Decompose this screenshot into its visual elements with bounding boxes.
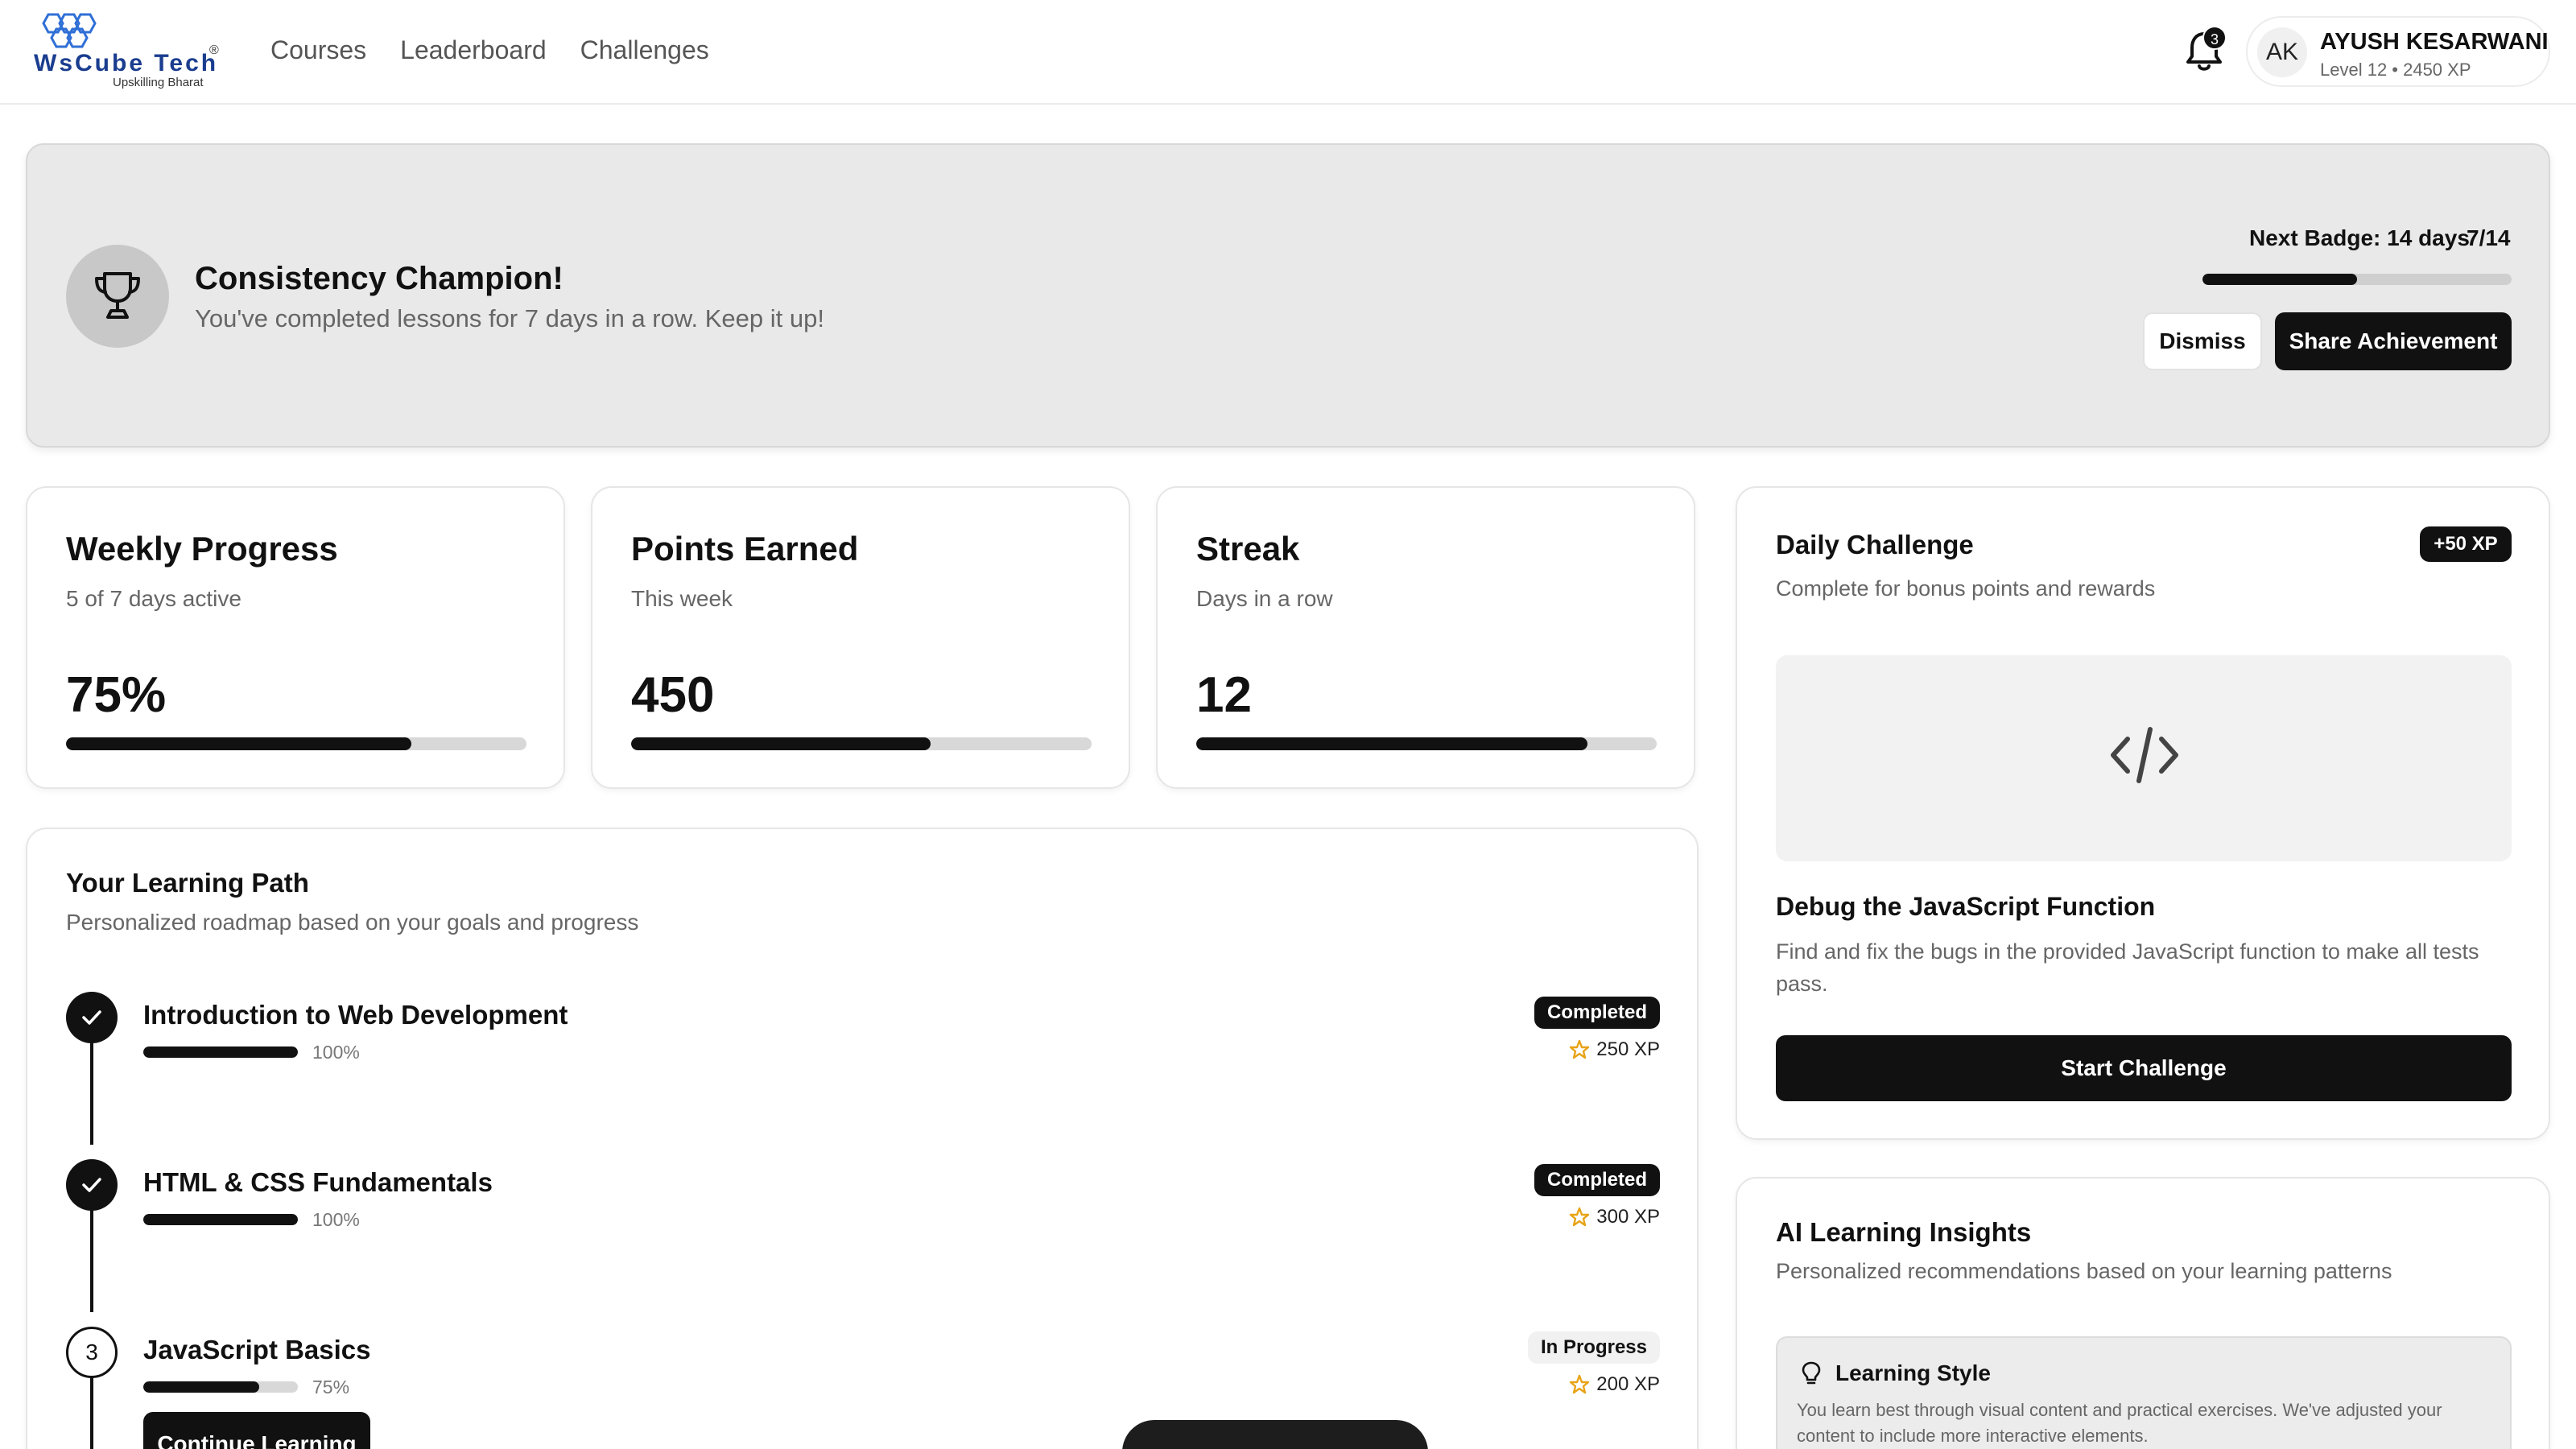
ai-insights-card: AI Learning Insights Personalized recomm…: [1736, 1177, 2550, 1449]
floating-toolbar[interactable]: [1122, 1420, 1428, 1449]
challenge-preview: [1776, 655, 2512, 861]
main-nav: Courses Leaderboard Challenges: [270, 35, 709, 65]
stat-card-streak: Streak Days in a row 12: [1156, 486, 1695, 789]
step-completed-marker: [66, 1159, 118, 1211]
checkmark-icon: [82, 1178, 101, 1192]
brand-tagline: Upskilling Bharat: [113, 76, 204, 89]
step-progress-bar: [143, 1214, 298, 1225]
stat-title: Points Earned: [631, 530, 859, 568]
stat-subtitle: Days in a row: [1196, 586, 1333, 611]
step-progress-bar: [143, 1381, 298, 1393]
stat-title: Streak: [1196, 530, 1300, 568]
step-xp: 200 XP: [1569, 1373, 1660, 1396]
user-profile-menu[interactable]: AK AYUSH KESARWANI Level 12 • 2450 XP: [2246, 16, 2550, 87]
stat-progress-bar: [1196, 737, 1657, 750]
insight-title: Learning Style: [1835, 1360, 1991, 1385]
step-percent: 100%: [312, 1209, 360, 1230]
xp-reward-badge: +50 XP: [2420, 526, 2512, 562]
step-progress-fill: [143, 1214, 298, 1225]
learning-path-card: Your Learning Path Personalized roadmap …: [26, 828, 1699, 1449]
step-title[interactable]: HTML & CSS Fundamentals: [143, 1167, 493, 1198]
learning-path-subtitle: Personalized roadmap based on your goals…: [66, 910, 639, 935]
next-badge-progress-fill: [2202, 274, 2357, 285]
stat-value: 450: [631, 667, 715, 723]
step-xp-value: 250 XP: [1596, 1038, 1660, 1060]
insight-text: You learn best through visual content an…: [1797, 1400, 2442, 1446]
user-name: AYUSH KESARWANI: [2320, 29, 2549, 55]
daily-challenge-title: Daily Challenge: [1776, 530, 1974, 559]
step-percent: 75%: [312, 1377, 350, 1397]
stat-progress-bar: [66, 737, 526, 750]
code-icon: [2111, 727, 2178, 783]
next-badge-count: 7/14: [2467, 225, 2511, 250]
step-progress-bar: [143, 1046, 298, 1058]
nav-courses[interactable]: Courses: [270, 35, 366, 65]
star-icon: [1570, 1207, 1590, 1227]
avatar: AK: [2257, 27, 2307, 77]
brand-name: WsCube Tech: [34, 50, 219, 76]
continue-learning-button[interactable]: Continue Learning: [143, 1412, 370, 1449]
user-level: Level 12 • 2450 XP: [2320, 60, 2471, 80]
step-xp: 250 XP: [1569, 1038, 1660, 1061]
step-xp-value: 300 XP: [1596, 1206, 1660, 1228]
star-icon: [1570, 1374, 1590, 1394]
star-icon: [1570, 1039, 1590, 1059]
achievement-banner: Consistency Champion! You've completed l…: [26, 143, 2550, 448]
status-badge: Completed: [1534, 997, 1660, 1029]
lightbulb-icon: [1802, 1361, 1821, 1385]
trophy-badge: [66, 245, 169, 348]
status-badge: Completed: [1534, 1164, 1660, 1196]
daily-challenge-card: Daily Challenge +50 XP Complete for bonu…: [1736, 486, 2550, 1140]
stat-subtitle: This week: [631, 586, 733, 611]
learning-path-title: Your Learning Path: [66, 868, 309, 898]
brand-registered-mark: ®: [209, 43, 219, 57]
dismiss-button[interactable]: Dismiss: [2143, 312, 2262, 370]
stat-progress-fill: [631, 737, 931, 750]
logo-hexagons-icon: [42, 13, 97, 48]
stat-progress-fill: [66, 737, 411, 750]
stat-progress-bar: [631, 737, 1092, 750]
nav-leaderboard[interactable]: Leaderboard: [400, 35, 546, 65]
top-header: WsCube Tech ® Upskilling Bharat Courses …: [0, 0, 2576, 105]
stat-subtitle: 5 of 7 days active: [66, 586, 242, 611]
achievement-subtitle: You've completed lessons for 7 days in a…: [195, 304, 824, 332]
status-badge: In Progress: [1527, 1331, 1660, 1364]
brand-logo[interactable]: WsCube Tech ® Upskilling Bharat: [31, 11, 224, 92]
notification-count-badge: 3: [2202, 26, 2227, 50]
step-number-marker: 3: [66, 1327, 118, 1378]
stat-card-points-earned: Points Earned This week 450: [591, 486, 1130, 789]
stat-card-weekly-progress: Weekly Progress 5 of 7 days active 75%: [26, 486, 565, 789]
daily-challenge-subtitle: Complete for bonus points and rewards: [1776, 576, 2156, 601]
step-percent: 100%: [312, 1042, 360, 1063]
ai-insights-title: AI Learning Insights: [1776, 1217, 2032, 1247]
step-progress-fill: [143, 1381, 259, 1393]
insight-learning-style: Learning Style You learn best through vi…: [1776, 1336, 2512, 1449]
step-xp-value: 200 XP: [1596, 1373, 1660, 1395]
share-achievement-button[interactable]: Share Achievement: [2275, 312, 2512, 370]
next-badge-label: Next Badge: 14 days: [2249, 225, 2470, 250]
achievement-title: Consistency Champion!: [195, 261, 564, 296]
step-title[interactable]: Introduction to Web Development: [143, 1000, 568, 1030]
start-challenge-button[interactable]: Start Challenge: [1776, 1035, 2512, 1101]
step-title[interactable]: JavaScript Basics: [143, 1335, 371, 1365]
nav-challenges[interactable]: Challenges: [580, 35, 709, 65]
next-badge-progress-bar: [2202, 274, 2512, 285]
trophy-icon: [95, 272, 140, 319]
step-progress-fill: [143, 1046, 298, 1058]
checkmark-icon: [82, 1010, 101, 1025]
step-xp: 300 XP: [1569, 1206, 1660, 1228]
challenge-heading: Debug the JavaScript Function: [1776, 892, 2156, 921]
ai-insights-subtitle: Personalized recommendations based on yo…: [1776, 1259, 2392, 1283]
stat-progress-fill: [1196, 737, 1588, 750]
stat-title: Weekly Progress: [66, 530, 338, 568]
stat-value: 12: [1196, 667, 1252, 723]
step-completed-marker: [66, 992, 118, 1043]
challenge-description: Find and fix the bugs in the provided Ja…: [1776, 939, 2479, 996]
stat-value: 75%: [66, 667, 167, 723]
